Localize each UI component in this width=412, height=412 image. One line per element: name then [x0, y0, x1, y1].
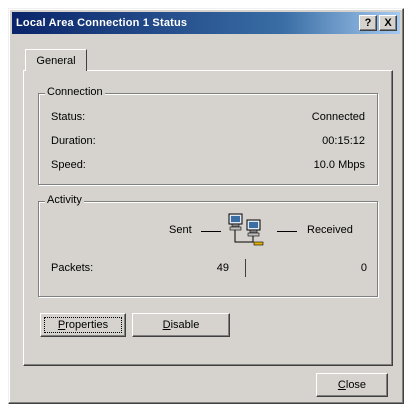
disable-accel: D	[162, 319, 171, 331]
packets-divider	[245, 259, 246, 277]
packets-received-value: 0	[360, 262, 367, 274]
properties-button[interactable]: Properties	[40, 313, 126, 337]
close-window-button[interactable]: X	[379, 15, 397, 31]
sent-label: Sent	[169, 224, 192, 236]
status-value: Connected	[311, 111, 365, 123]
status-row: Status: Connected	[51, 111, 365, 123]
sent-line	[201, 231, 221, 232]
properties-rest: roperties	[65, 319, 109, 331]
speed-value: 10.0 Mbps	[313, 159, 365, 171]
help-button[interactable]: ?	[359, 15, 377, 31]
activity-legend: Activity	[45, 194, 84, 206]
packets-label: Packets:	[51, 262, 94, 274]
activity-group: Activity Sent Received Packets: 49 0	[38, 194, 378, 297]
title-buttons: ? X	[359, 15, 397, 31]
tab-general-label: General	[36, 54, 76, 67]
close-accel: C	[337, 379, 346, 391]
speed-row: Speed: 10.0 Mbps	[51, 159, 365, 171]
disable-rest: isable	[170, 319, 200, 331]
duration-value: 00:15:12	[322, 135, 365, 147]
duration-row: Duration: 00:15:12	[51, 135, 365, 147]
properties-accel: P	[57, 319, 66, 331]
packets-sent-value: 49	[216, 262, 229, 274]
connection-legend: Connection	[45, 86, 105, 98]
title-bar[interactable]: Local Area Connection 1 Status ? X	[12, 12, 400, 34]
received-line	[277, 231, 297, 232]
close-button[interactable]: Close	[316, 373, 388, 397]
window-title: Local Area Connection 1 Status	[16, 17, 188, 29]
speed-label: Speed:	[51, 159, 86, 171]
received-label: Received	[307, 224, 353, 236]
close-rest: lose	[345, 379, 367, 391]
connection-group: Connection Status: Connected Duration: 0…	[38, 86, 378, 185]
disable-button[interactable]: Disable	[132, 313, 230, 337]
network-connection-icon	[228, 213, 264, 246]
tab-general[interactable]: General	[25, 49, 87, 71]
duration-label: Duration:	[51, 135, 96, 147]
status-label: Status:	[51, 111, 86, 123]
status-dialog: Local Area Connection 1 Status ? X Gener…	[8, 8, 404, 404]
general-panel: Connection Status: Connected Duration: 0…	[23, 70, 393, 366]
